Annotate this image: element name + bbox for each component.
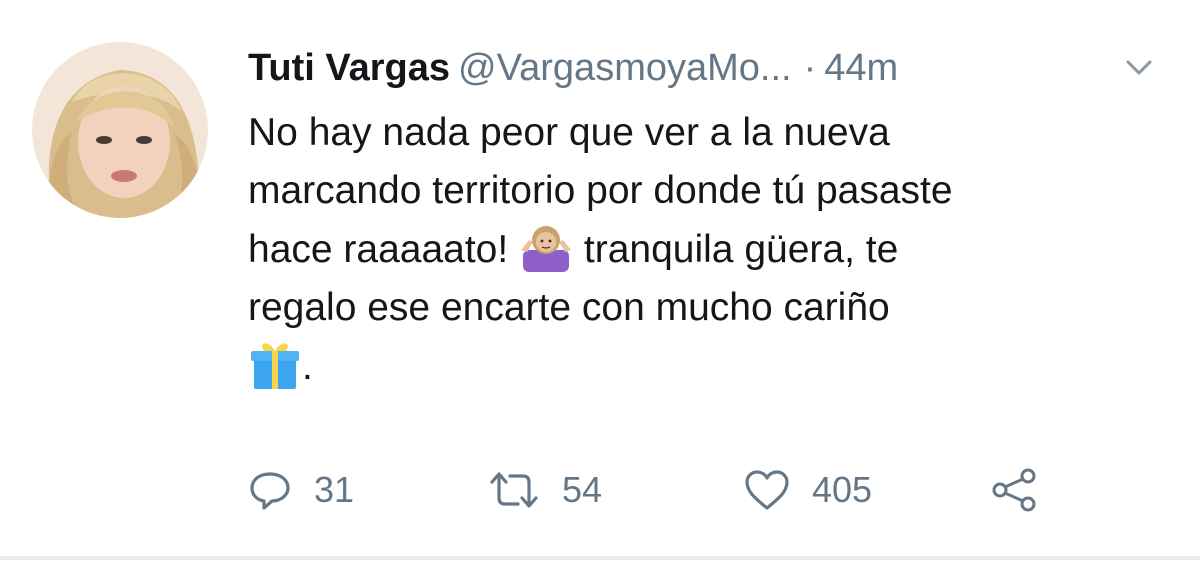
retweet-icon <box>488 468 540 512</box>
tweet-line-segment: tranquila güera, te <box>583 228 899 271</box>
reply-icon <box>248 468 292 512</box>
chevron-down-icon[interactable] <box>1124 56 1154 80</box>
share-icon <box>990 466 1038 514</box>
retweet-count: 54 <box>562 469 603 510</box>
tweet-card: Tuti Vargas @VargasmoyaMo... · 44m No hay n… <box>0 0 1200 576</box>
like-count: 405 <box>812 469 873 510</box>
tweet-line: No hay nada peor que ver a la nueva <box>248 111 890 154</box>
separator-dot: · <box>803 47 817 89</box>
tweet-line: regalo ese encarte con mucho cariño <box>248 286 890 329</box>
reply-count: 31 <box>314 469 355 510</box>
author-name[interactable]: Tuti Vargas <box>248 47 450 89</box>
tweet-line: marcando territorio por donde tú pasaste <box>248 169 953 212</box>
like-button[interactable]: 405 <box>744 458 872 522</box>
gift-emoji <box>248 337 302 391</box>
tweet-line-segment: . <box>302 345 313 388</box>
author-handle[interactable]: @VargasmoyaMo... <box>458 47 792 89</box>
tweet-header: Tuti Vargas @VargasmoyaMo... · 44m <box>248 38 1160 98</box>
share-button[interactable] <box>990 458 1038 522</box>
reply-button[interactable]: 31 <box>248 458 354 522</box>
divider <box>0 556 1200 560</box>
tweet-line: hace raaaaato! tranquila güera, te <box>248 220 1178 279</box>
timestamp[interactable]: 44m <box>824 47 898 89</box>
person-shrugging-emoji <box>519 220 573 274</box>
retweet-button[interactable]: 54 <box>488 458 602 522</box>
tweet-text: No hay nada peor que ver a la nueva marc… <box>248 104 1178 396</box>
tweet-line: . <box>248 337 1178 396</box>
avatar[interactable] <box>32 42 208 218</box>
like-icon <box>744 469 790 511</box>
tweet-actions: 31 54 405 <box>248 458 1148 522</box>
tweet-line-segment: hace raaaaato! <box>248 228 509 271</box>
